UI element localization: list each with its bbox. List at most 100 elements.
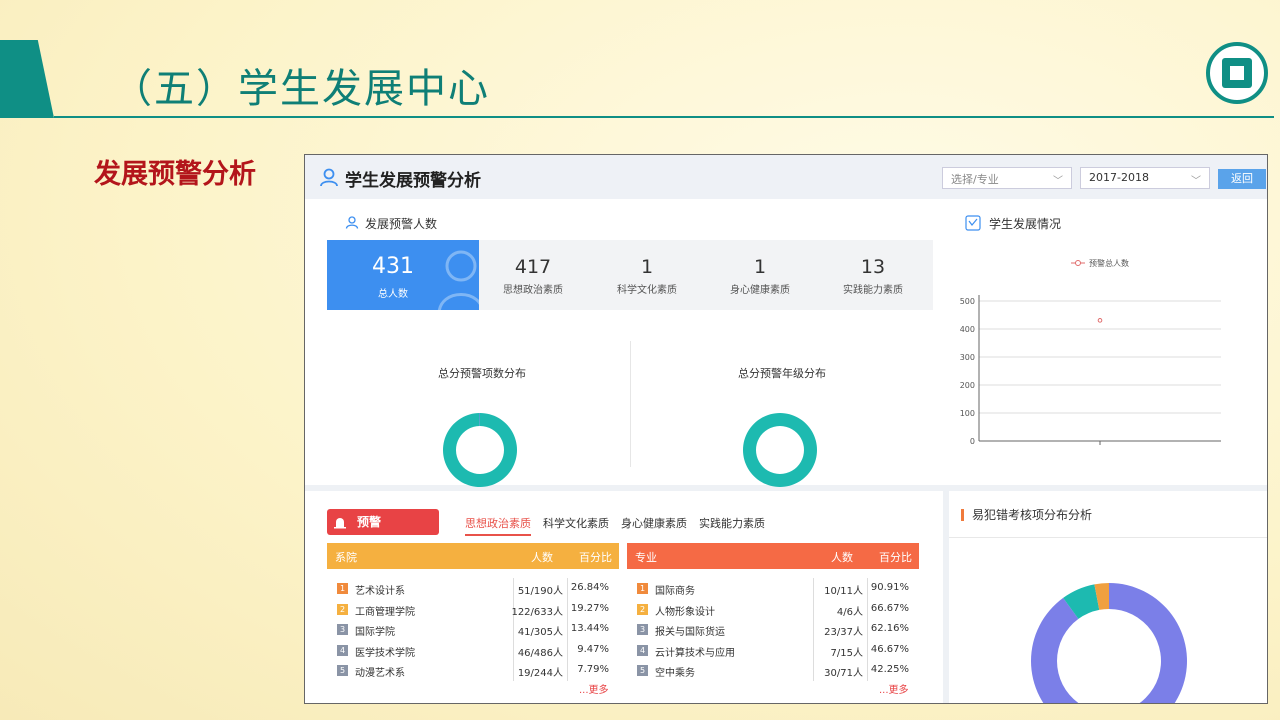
major-table: 专业 人数 百分比 1 国际商务 10/11人 90.91% 2 人物形象设计 4/6人 66… <box>627 543 919 696</box>
row-count: 23/37人 <box>824 627 863 638</box>
row-pct: 13.44% <box>570 623 609 634</box>
row-name: 医学技术学院 <box>355 647 415 659</box>
col-header-name: 专业 <box>635 551 657 564</box>
tab-practice[interactable]: 实践能力素质 <box>699 515 765 536</box>
row-count: 4/6人 <box>836 606 863 618</box>
total-label: 总人数 <box>378 289 408 300</box>
row-name: 国际学院 <box>355 627 395 638</box>
back-button[interactable]: 返回 <box>1218 169 1266 189</box>
rank-badge: 4 <box>637 644 648 656</box>
card-divider <box>949 537 1267 538</box>
header-divider <box>54 116 1274 118</box>
alarm-icon <box>334 518 346 529</box>
stat-value: 417 <box>514 256 552 278</box>
cell-divider <box>567 578 568 599</box>
stat-health[interactable]: 1 身心健康素质 <box>704 240 816 310</box>
total-stat[interactable]: 431 总人数 <box>327 240 479 310</box>
cell-divider <box>867 639 868 660</box>
stat-practice[interactable]: 13 实践能力素质 <box>817 240 929 310</box>
cell-divider <box>813 660 814 681</box>
table-row[interactable]: 1 艺术设计系 51/190人 26.84% <box>327 578 619 599</box>
warning-count-title: 发展预警人数 <box>365 217 438 231</box>
row-count: 10/11人 <box>824 586 863 597</box>
year-select[interactable]: 2017-2018 ﹀ <box>1080 167 1210 189</box>
app-topbar: 学生发展预警分析 选择/专业 ﹀ 2017-2018 ﹀ 返回 <box>305 155 1267 199</box>
row-name: 艺术设计系 <box>355 586 405 597</box>
warning-card: 预警WARNING 思想政治素质 科学文化素质 身心健康素质 实践能力素质 系院… <box>305 491 943 703</box>
row-name: 云计算技术与应用 <box>655 647 735 659</box>
y-tick-label: 300 <box>960 353 975 362</box>
rank-badge: 5 <box>637 665 648 676</box>
chevron-down-icon: ﹀ <box>1053 176 1063 187</box>
row-pct: 42.25% <box>870 664 909 675</box>
rank-badge: 5 <box>337 665 348 676</box>
row-pct: 7.79% <box>577 664 609 675</box>
y-tick-label: 0 <box>970 437 975 445</box>
table-row[interactable]: 5 空中乘务 30/71人 42.25% <box>627 660 919 681</box>
cell-divider <box>867 619 868 640</box>
donut-slice[interactable] <box>742 413 817 487</box>
overview-card: 发展预警人数 431 总人数 417 思想政治素质 1 科学文化素质 1 身心健… <box>305 199 1267 509</box>
dept-more-link[interactable]: ...更多 <box>579 681 609 696</box>
row-pct: 26.84% <box>570 582 609 593</box>
error-analysis-card: 易犯错考核项分布分析 <box>949 491 1267 703</box>
rank-badge: 3 <box>637 624 648 635</box>
cell-divider <box>867 660 868 681</box>
user-icon <box>320 168 338 187</box>
major-more-link[interactable]: ...更多 <box>879 681 909 696</box>
school-logo-icon <box>1206 42 1268 104</box>
cell-divider <box>867 598 868 619</box>
row-pct: 19.27% <box>570 602 609 614</box>
cell-divider <box>513 639 514 660</box>
stat-science[interactable]: 1 科学文化素质 <box>591 240 703 310</box>
quality-tabs: 思想政治素质 科学文化素质 身心健康素质 实践能力素质 <box>465 515 765 536</box>
cell-divider <box>567 598 568 619</box>
table-row[interactable]: 3 国际学院 41/305人 13.44% <box>327 619 619 640</box>
col-header-count: 人数 <box>531 551 553 564</box>
cell-divider <box>567 660 568 681</box>
row-name: 空中乘务 <box>655 668 695 679</box>
error-analysis-title: 易犯错考核项分布分析 <box>961 509 1092 521</box>
table-row[interactable]: 4 医学技术学院 46/486人 9.47% <box>327 639 619 660</box>
tab-health[interactable]: 身心健康素质 <box>621 515 687 536</box>
rank-badge: 2 <box>337 603 348 615</box>
item-dist-title: 总分预警项数分布 <box>438 367 526 380</box>
cell-divider <box>513 619 514 640</box>
row-count: 7/15人 <box>830 647 863 659</box>
cell-divider <box>513 578 514 599</box>
rank-badge: 2 <box>637 603 648 615</box>
table-row[interactable]: 3 报关与国际货运 23/37人 62.16% <box>627 619 919 640</box>
chart-divider <box>630 341 631 467</box>
rank-badge: 3 <box>337 624 348 635</box>
row-count: 51/190人 <box>517 586 563 597</box>
table-row[interactable]: 5 动漫艺术系 19/244人 7.79% <box>327 660 619 681</box>
col-header-pct: 百分比 <box>579 551 612 564</box>
table-row[interactable]: 1 国际商务 10/11人 90.91% <box>627 578 919 599</box>
major-select[interactable]: 选择/专业 ﹀ <box>942 167 1072 189</box>
row-count: 46/486人 <box>517 647 563 659</box>
dept-table: 系院 人数 百分比 1 艺术设计系 51/190人 26.84% 2 工商管理学院 122/… <box>327 543 619 696</box>
row-name: 国际商务 <box>655 586 695 597</box>
person-icon <box>345 216 359 229</box>
table-row[interactable]: 2 人物形象设计 4/6人 66.67% <box>627 598 919 619</box>
total-value: 431 <box>372 254 414 279</box>
y-tick-label: 100 <box>960 409 975 418</box>
row-name: 工商管理学院 <box>355 606 415 618</box>
tab-science[interactable]: 科学文化素质 <box>543 515 609 536</box>
row-count: 19/244人 <box>517 668 563 679</box>
table-row[interactable]: 4 云计算技术与应用 7/15人 46.67% <box>627 639 919 660</box>
row-name: 报关与国际货运 <box>655 627 725 638</box>
rank-badge: 1 <box>637 583 648 594</box>
row-pct: 9.47% <box>577 643 609 655</box>
stat-political[interactable]: 417 思想政治素质 <box>477 240 589 310</box>
app-screenshot: 学生发展预警分析 选择/专业 ﹀ 2017-2018 ﹀ 返回 发展预警人数 4… <box>304 154 1268 704</box>
table-row[interactable]: 2 工商管理学院 122/633人 19.27% <box>327 598 619 619</box>
year-select-value: 2017-2018 <box>1089 171 1149 184</box>
tab-political[interactable]: 思想政治素质 <box>465 515 531 536</box>
dev-status-title: 学生发展情况 <box>989 217 1062 231</box>
stat-value: 1 <box>753 256 767 278</box>
section-label: 发展预警分析 <box>94 159 256 190</box>
data-point[interactable] <box>1097 318 1103 323</box>
row-count: 122/633人 <box>511 606 563 618</box>
app-title: 学生发展预警分析 <box>345 171 481 191</box>
